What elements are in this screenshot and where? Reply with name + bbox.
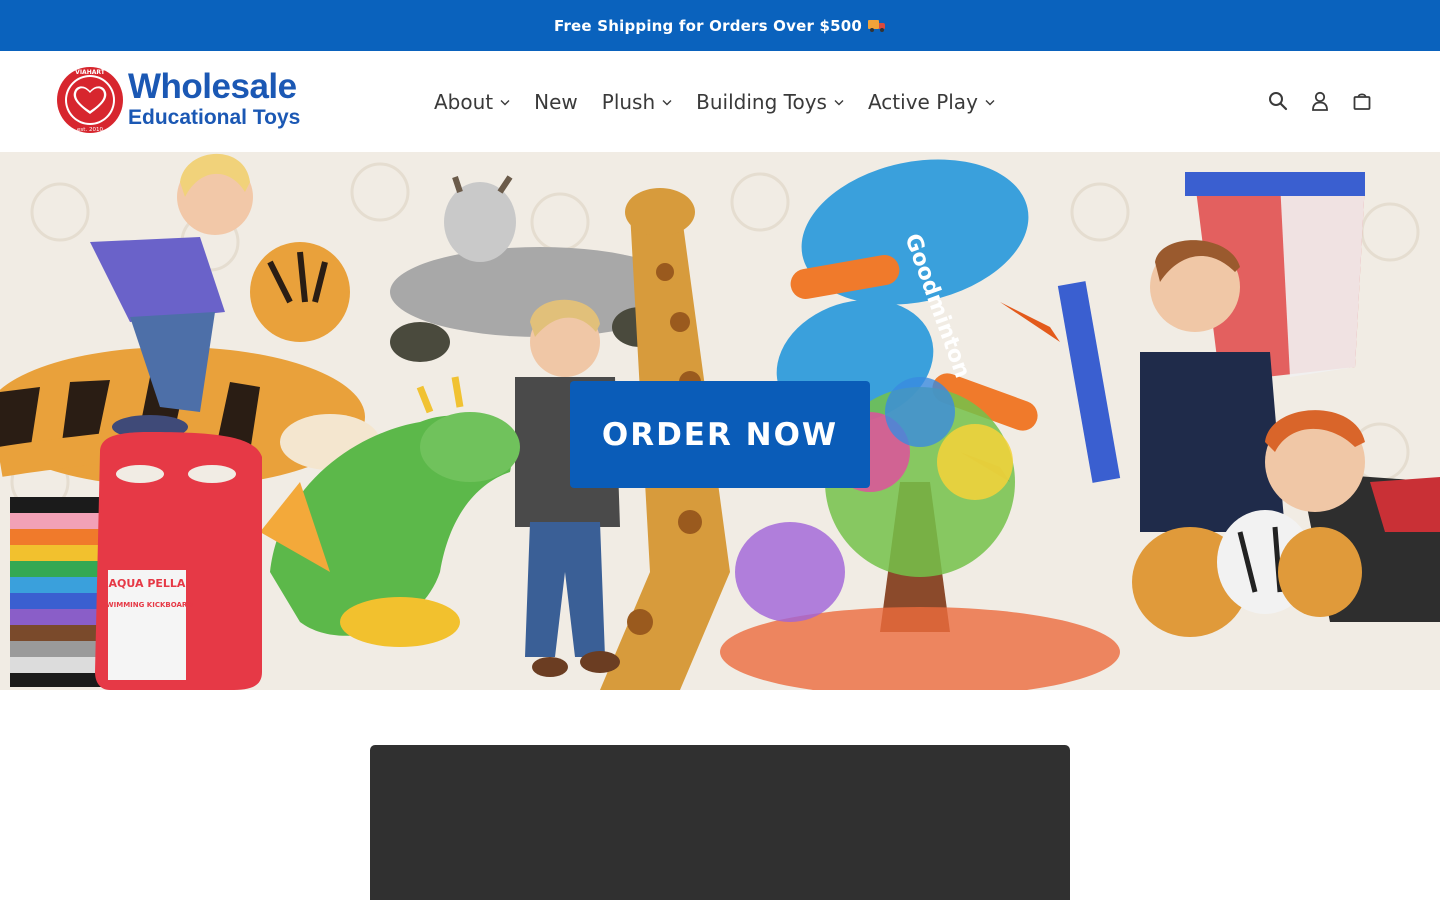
nav-item-new[interactable]: New: [522, 84, 590, 120]
cart-icon[interactable]: [1350, 89, 1374, 113]
heart-logo-icon: VIAHART est. 2010: [57, 67, 123, 133]
chevron-down-icon: [834, 99, 844, 105]
site-header: VIAHART est. 2010 Wholesale Educational …: [0, 51, 1440, 152]
logo[interactable]: VIAHART est. 2010 Wholesale Educational …: [56, 66, 306, 136]
svg-text:est. 2010: est. 2010: [77, 127, 103, 133]
announcement-bar: Free Shipping for Orders Over $500: [0, 0, 1440, 51]
hero-banner: Goodminton AQUA PELLA SWIMMING KICKBOARD…: [0, 152, 1440, 690]
nav-item-plush[interactable]: Plush: [590, 84, 684, 120]
nav-item-label: Building Toys: [696, 90, 827, 114]
account-icon[interactable]: [1308, 89, 1332, 113]
svg-text:AQUA PELLA: AQUA PELLA: [109, 577, 186, 590]
main-nav: About New Plush Building Toys Active Pla…: [422, 84, 1007, 120]
nav-item-label: Plush: [601, 90, 656, 114]
svg-text:VIAHART: VIAHART: [75, 69, 106, 76]
header-icons: [1266, 89, 1374, 113]
truck-icon: [868, 19, 886, 32]
nav-item-about[interactable]: About: [422, 84, 522, 120]
nav-item-label: Active Play: [867, 90, 978, 114]
search-icon[interactable]: [1266, 89, 1290, 113]
announcement-text: Free Shipping for Orders Over $500: [553, 16, 863, 35]
nav-item-label: New: [534, 90, 578, 114]
video-player[interactable]: [370, 745, 1070, 900]
nav-item-building-toys[interactable]: Building Toys: [684, 84, 856, 120]
logo-wordmark-line1: Wholesale: [128, 67, 297, 106]
chevron-down-icon: [500, 99, 510, 105]
order-now-button[interactable]: ORDER NOW: [570, 381, 870, 488]
chevron-down-icon: [662, 99, 672, 105]
svg-text:SWIMMING KICKBOARD: SWIMMING KICKBOARD: [101, 601, 193, 609]
swimming-kickboard-image: AQUA PELLA SWIMMING KICKBOARD: [10, 432, 262, 690]
nav-item-active-play[interactable]: Active Play: [856, 84, 1007, 120]
logo-wordmark-line2: Educational Toys: [128, 106, 301, 129]
boy-standing-image: [515, 299, 620, 677]
chevron-down-icon: [985, 99, 995, 105]
nav-item-label: About: [434, 90, 494, 114]
